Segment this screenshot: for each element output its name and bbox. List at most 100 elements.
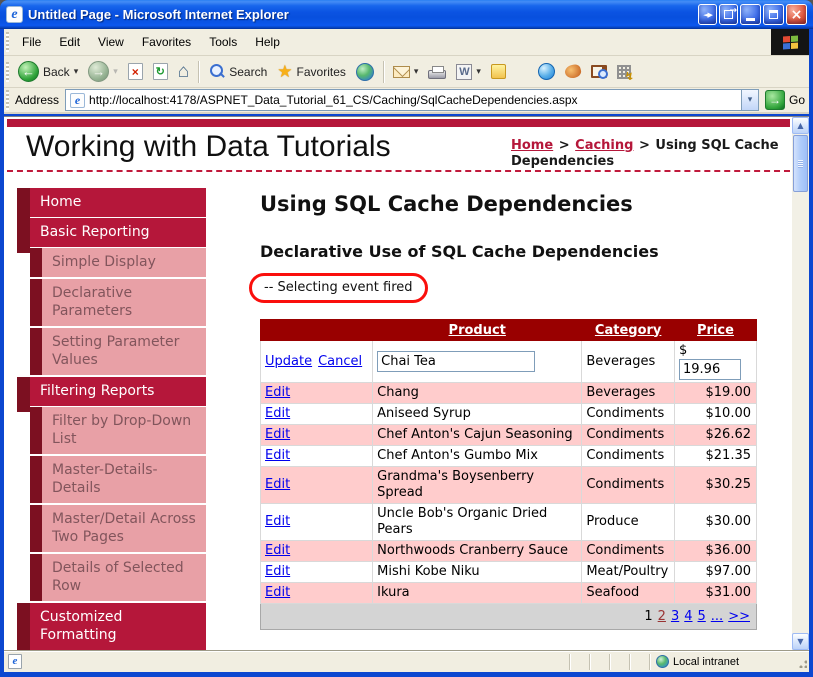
edit-link[interactable]: Edit (265, 385, 290, 400)
toolbar-grip[interactable] (6, 32, 9, 52)
sidebar-item[interactable]: Simple Display (30, 248, 206, 277)
sidebar-item[interactable]: Basic Reporting (17, 218, 206, 253)
edit-link[interactable]: Edit (265, 448, 290, 463)
back-dropdown-icon[interactable]: ▾ (74, 66, 79, 77)
refresh-button[interactable]: ↻ (148, 58, 173, 86)
printer-icon (428, 66, 447, 79)
price-input[interactable] (679, 359, 741, 380)
vertical-scrollbar[interactable]: ▲ ▼ (792, 117, 809, 650)
pager-link[interactable]: 2 (658, 609, 666, 624)
edit-link[interactable]: Edit (265, 585, 290, 600)
notes-button[interactable] (486, 58, 511, 86)
detach-button[interactable] (719, 4, 738, 25)
grid-row: Edit Aniseed Syrup Condiments $10.00 (259, 403, 757, 425)
toolbar-separator (382, 60, 384, 83)
edit-link[interactable]: Edit (265, 427, 290, 442)
menu-item[interactable]: Edit (50, 32, 89, 52)
pager-link[interactable]: 5 (698, 609, 706, 624)
category-cell: Seafood (581, 582, 675, 604)
menu-item[interactable]: View (89, 32, 133, 52)
messenger-button[interactable] (533, 58, 560, 86)
menu-item[interactable]: Help (246, 32, 289, 52)
sidebar-item[interactable]: Customized Formatting (17, 603, 206, 650)
favorites-star-icon: ★ (277, 62, 293, 81)
menu-item[interactable]: Tools (200, 32, 246, 52)
pane-arrows-button[interactable]: ◄▶ (698, 4, 717, 25)
pager-link[interactable]: 3 (671, 609, 679, 624)
status-panel (569, 653, 589, 670)
back-button[interactable]: ← Back ▾ (13, 58, 83, 86)
refresh-icon: ↻ (152, 63, 168, 80)
sidebar-item-label: Declarative Parameters (52, 285, 133, 319)
forward-button[interactable]: → ▾ (83, 58, 123, 86)
search-button[interactable]: Search (203, 58, 272, 86)
sidebar-item[interactable]: Details of Selected Row (30, 554, 206, 601)
toolbar-grip[interactable] (6, 90, 9, 110)
breadcrumb-home-link[interactable]: Home (511, 138, 553, 153)
scroll-up-button[interactable]: ▲ (792, 117, 809, 134)
menu-item[interactable]: File (13, 32, 50, 52)
pager-link[interactable]: ... (711, 609, 723, 624)
price-cell: $26.62 (674, 424, 757, 446)
debug-tool-button[interactable] (612, 58, 636, 86)
edit-link[interactable]: Edit (265, 564, 290, 579)
cancel-link[interactable]: Cancel (318, 354, 362, 369)
sidebar-item[interactable]: Filtering Reports (17, 377, 206, 412)
edit-link[interactable]: Edit (265, 477, 290, 492)
close-button[interactable]: × (786, 4, 807, 25)
messenger-icon (537, 63, 555, 80)
sidebar-item[interactable]: Master-Details-Details (30, 456, 206, 503)
scrollbar-thumb[interactable] (793, 135, 808, 192)
address-input[interactable]: e http://localhost:4178/ASPNET_Data_Tuto… (65, 89, 759, 111)
maximize-button[interactable] (763, 4, 784, 25)
history-button[interactable] (351, 58, 379, 86)
menu-item[interactable]: Favorites (133, 32, 200, 52)
price-cell: $10.00 (674, 403, 757, 425)
stop-icon: × (127, 63, 143, 80)
minimize-button[interactable] (740, 4, 761, 25)
word-dropdown-icon[interactable]: ▾ (476, 66, 481, 77)
addon-button[interactable] (560, 58, 586, 86)
status-bar: e Local intranet (4, 650, 809, 672)
product-name-input[interactable] (377, 351, 536, 372)
forward-dropdown-icon: ▾ (113, 66, 118, 76)
mail-button[interactable]: ▾ (388, 58, 424, 86)
grid-row: Edit Ikura Seafood $31.00 (259, 582, 757, 604)
sidebar-item[interactable]: Setting Parameter Values (30, 328, 206, 375)
toolbar-grip[interactable] (6, 61, 9, 82)
mail-envelope-icon (392, 65, 410, 78)
edit-link[interactable]: Edit (265, 543, 290, 558)
mail-dropdown-icon[interactable]: ▾ (414, 66, 419, 77)
stop-button[interactable]: × (123, 58, 148, 86)
browser-window: e Untitled Page - Microsoft Internet Exp… (0, 0, 813, 677)
update-link[interactable]: Update (265, 354, 312, 369)
sidebar-item[interactable]: Declarative Parameters (30, 279, 206, 326)
favorites-button[interactable]: ★ Favorites (272, 58, 351, 86)
edit-link[interactable]: Edit (265, 406, 290, 421)
sidebar-item-label: Home (40, 194, 82, 210)
pager-link[interactable]: 1 (644, 609, 652, 624)
product-cell: Mishi Kobe Niku (372, 561, 583, 583)
pager-link[interactable]: >> (728, 609, 750, 624)
sidebar-item[interactable]: Master/Detail Across Two Pages (30, 505, 206, 552)
resize-grip[interactable] (795, 654, 809, 670)
pager-link[interactable]: 4 (684, 609, 692, 624)
grid-header-product[interactable]: Product (372, 319, 583, 341)
address-url[interactable]: http://localhost:4178/ASPNET_Data_Tutori… (89, 93, 741, 107)
grid-header-price[interactable]: Price (674, 319, 757, 341)
grid-header-category[interactable]: Category (581, 319, 675, 341)
product-cell: Ikura (372, 582, 583, 604)
research-button[interactable] (586, 58, 612, 86)
sidebar-item[interactable]: Home (17, 188, 206, 223)
address-dropdown-button[interactable]: ▾ (740, 90, 758, 110)
scroll-down-button[interactable]: ▼ (792, 633, 809, 650)
edit-with-word-button[interactable]: W ▾ (451, 58, 486, 86)
breadcrumb-caching-link[interactable]: Caching (575, 138, 633, 153)
sidebar-item[interactable]: Filter by Drop-Down List (30, 407, 206, 454)
category-cell: Beverages (581, 382, 675, 404)
price-cell: $30.00 (674, 503, 757, 541)
edit-link[interactable]: Edit (265, 514, 290, 529)
go-button[interactable]: → Go (764, 90, 805, 110)
home-button[interactable]: ⌂ (173, 58, 194, 86)
print-button[interactable] (423, 58, 451, 86)
